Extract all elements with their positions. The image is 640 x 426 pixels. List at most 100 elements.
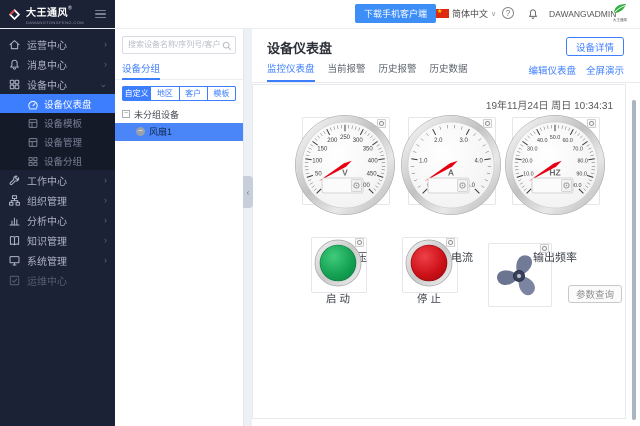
sidebar-item-device-template[interactable]: 设备模板 xyxy=(0,113,115,132)
sidebar-item-work-center[interactable]: 工作中心› xyxy=(0,170,115,190)
logo-registered-mark: ® xyxy=(68,5,72,11)
sidebar-item-knowledge-management[interactable]: 知识管理› xyxy=(0,230,115,250)
device-tree: − 未分组设备 − 风扇1 xyxy=(115,106,243,141)
sidebar-item-message-center[interactable]: 消息中心› xyxy=(0,54,115,74)
tab-device-group-label: 设备分组 xyxy=(122,62,160,80)
notification-bell-icon[interactable] xyxy=(527,7,539,25)
tree-node-ungrouped[interactable]: − 未分组设备 xyxy=(115,106,243,123)
sidebar-item-device-dashboard[interactable]: 设备仪表盘 xyxy=(0,94,115,113)
vertical-scrollbar[interactable] xyxy=(632,100,636,420)
sidebar-item-org-management[interactable]: 组织管理› xyxy=(0,190,115,210)
gauge-widget-1: 050100150200250300350400450500V电源电压 xyxy=(295,115,395,255)
start-button-widget xyxy=(311,237,365,291)
svg-text:A: A xyxy=(448,168,454,178)
sidebar-item-ops-center[interactable]: 运维中心 xyxy=(0,270,115,290)
tab-history-data[interactable]: 历史数据 xyxy=(430,61,468,82)
sidebar-item-label: 设备模板 xyxy=(44,116,82,130)
template-icon xyxy=(27,117,39,129)
sidebar-item-device-group[interactable]: 设备分组 xyxy=(0,151,115,170)
stop-button-label: 停 止 xyxy=(402,291,456,306)
sidebar-nav: 运营中心›消息中心›设备中心⌄设备仪表盘设备模板设备管理设备分组工作中心›组织管… xyxy=(0,28,115,426)
chevron-right-icon: › xyxy=(104,255,107,265)
widget-settings-icon[interactable] xyxy=(587,119,596,128)
filter-template[interactable]: 模板 xyxy=(207,86,236,101)
device-offline-icon: − xyxy=(136,127,145,136)
tab-monitor-dashboard[interactable]: 监控仪表盘 xyxy=(267,61,315,82)
dashboard-card: 19年11月24日 周日 10:34:31 050100150200250300… xyxy=(252,84,626,419)
sidebar-item-device-center[interactable]: 设备中心 ⌄ xyxy=(0,74,115,94)
svg-text:80.0: 80.0 xyxy=(577,159,588,165)
sidebar-item-label: 设备分组 xyxy=(44,154,82,168)
chevron-right-icon: › xyxy=(104,39,107,49)
logo-title: 大王通风 xyxy=(26,8,68,19)
sidebar-item-operation-center[interactable]: 运营中心› xyxy=(0,34,115,54)
download-app-button[interactable]: 下载手机客户端 xyxy=(355,4,436,23)
brand-mini-icon xyxy=(612,3,628,14)
tab-device-group[interactable]: 设备分组 xyxy=(115,59,243,80)
sidebar-item-label: 设备中心 xyxy=(27,77,67,92)
gauge-dial: 0.01.02.03.04.05.0A xyxy=(401,115,501,215)
sidebar-item-system-management[interactable]: 系统管理› xyxy=(0,250,115,270)
filter-custom[interactable]: 自定义 xyxy=(122,86,151,101)
tab-current-alarm[interactable]: 当前报警 xyxy=(328,61,366,82)
sidebar-item-label: 组织管理 xyxy=(27,193,67,208)
book-icon xyxy=(8,234,21,247)
tree-node-device[interactable]: − 风扇1 xyxy=(115,123,243,141)
tab-history-alarm[interactable]: 历史报警 xyxy=(379,61,417,82)
current-user-label[interactable]: DAWANG\ADMIN xyxy=(549,9,616,19)
chevron-right-icon: › xyxy=(104,215,107,225)
chevron-expanded-icon: ⌄ xyxy=(99,79,107,90)
search-input[interactable] xyxy=(122,36,236,54)
filter-region[interactable]: 地区 xyxy=(150,86,179,101)
widget-settings-icon[interactable] xyxy=(446,238,455,247)
dashboard-clock: 19年11月24日 周日 10:34:31 xyxy=(486,97,613,112)
logo-subtitle: DAWANGTONGFENG.COM xyxy=(26,21,84,25)
search-icon[interactable] xyxy=(222,38,232,56)
monitor-icon xyxy=(8,254,21,267)
sidebar-collapse-icon[interactable] xyxy=(95,10,106,19)
bell-icon xyxy=(8,58,21,71)
fullscreen-demo-link[interactable]: 全屏演示 xyxy=(586,62,624,82)
filter-customer[interactable]: 客户 xyxy=(179,86,208,101)
logo-block: 大王通风® DAWANGTONGFENG.COM xyxy=(0,0,115,28)
page-title: 设备仪表盘 xyxy=(267,38,332,57)
gauge-dial: 050100150200250300350400450500V xyxy=(295,115,395,215)
main-content: 设备仪表盘 设备详情 监控仪表盘当前报警历史报警历史数据 编辑仪表盘全屏演示 1… xyxy=(252,28,640,426)
sidebar-item-analysis-center[interactable]: 分析中心› xyxy=(0,210,115,230)
sidebar-submenu-device-center: 设备仪表盘设备模板设备管理设备分组 xyxy=(0,94,115,170)
widget-settings-icon[interactable] xyxy=(540,244,549,253)
panel-collapse-handle[interactable]: ‹ xyxy=(243,176,253,208)
sidebar-item-device-management[interactable]: 设备管理 xyxy=(0,132,115,151)
widget-settings-icon[interactable] xyxy=(355,238,364,247)
gauge-icon xyxy=(27,98,39,110)
widget-settings-icon[interactable] xyxy=(377,119,386,128)
org-icon xyxy=(8,194,21,207)
svg-text:300: 300 xyxy=(353,138,364,144)
svg-text:90.0: 90.0 xyxy=(576,172,587,178)
widget-settings-icon[interactable] xyxy=(483,119,492,128)
app-window: 大王通风® DAWANGTONGFENG.COM 下载手机客户端 ★ 简体中文 … xyxy=(0,0,640,426)
collapse-minus-icon[interactable]: − xyxy=(122,110,130,118)
svg-text:40.0: 40.0 xyxy=(537,138,548,144)
svg-text:3.0: 3.0 xyxy=(460,138,469,144)
gauge-dial: 0.010.020.030.040.050.060.070.080.090.01… xyxy=(505,115,605,215)
sidebar-item-label: 消息中心 xyxy=(27,57,67,72)
device-search xyxy=(122,34,236,54)
logo-text: 大王通风® DAWANGTONGFENG.COM xyxy=(26,4,84,25)
group-filter-segment: 自定义地区客户模板 xyxy=(122,86,236,101)
content-tabs-row: 监控仪表盘当前报警历史报警历史数据 编辑仪表盘全屏演示 xyxy=(252,61,640,83)
chevron-right-icon: › xyxy=(104,235,107,245)
home-icon xyxy=(8,38,21,51)
help-icon[interactable]: ? xyxy=(502,7,514,19)
chart-icon xyxy=(8,214,21,227)
device-detail-button[interactable]: 设备详情 xyxy=(566,37,624,56)
edit-dashboard-link[interactable]: 编辑仪表盘 xyxy=(528,62,576,82)
language-selector[interactable]: ★ 简体中文 ∨ xyxy=(436,7,496,20)
svg-text:20.0: 20.0 xyxy=(522,159,533,165)
svg-text:350: 350 xyxy=(363,147,374,153)
group-icon xyxy=(27,155,39,167)
ops-icon xyxy=(8,274,21,287)
parameter-query-button[interactable]: 参数查询 xyxy=(568,285,622,303)
svg-text:200: 200 xyxy=(327,138,338,144)
sidebar-item-label: 工作中心 xyxy=(27,173,67,188)
